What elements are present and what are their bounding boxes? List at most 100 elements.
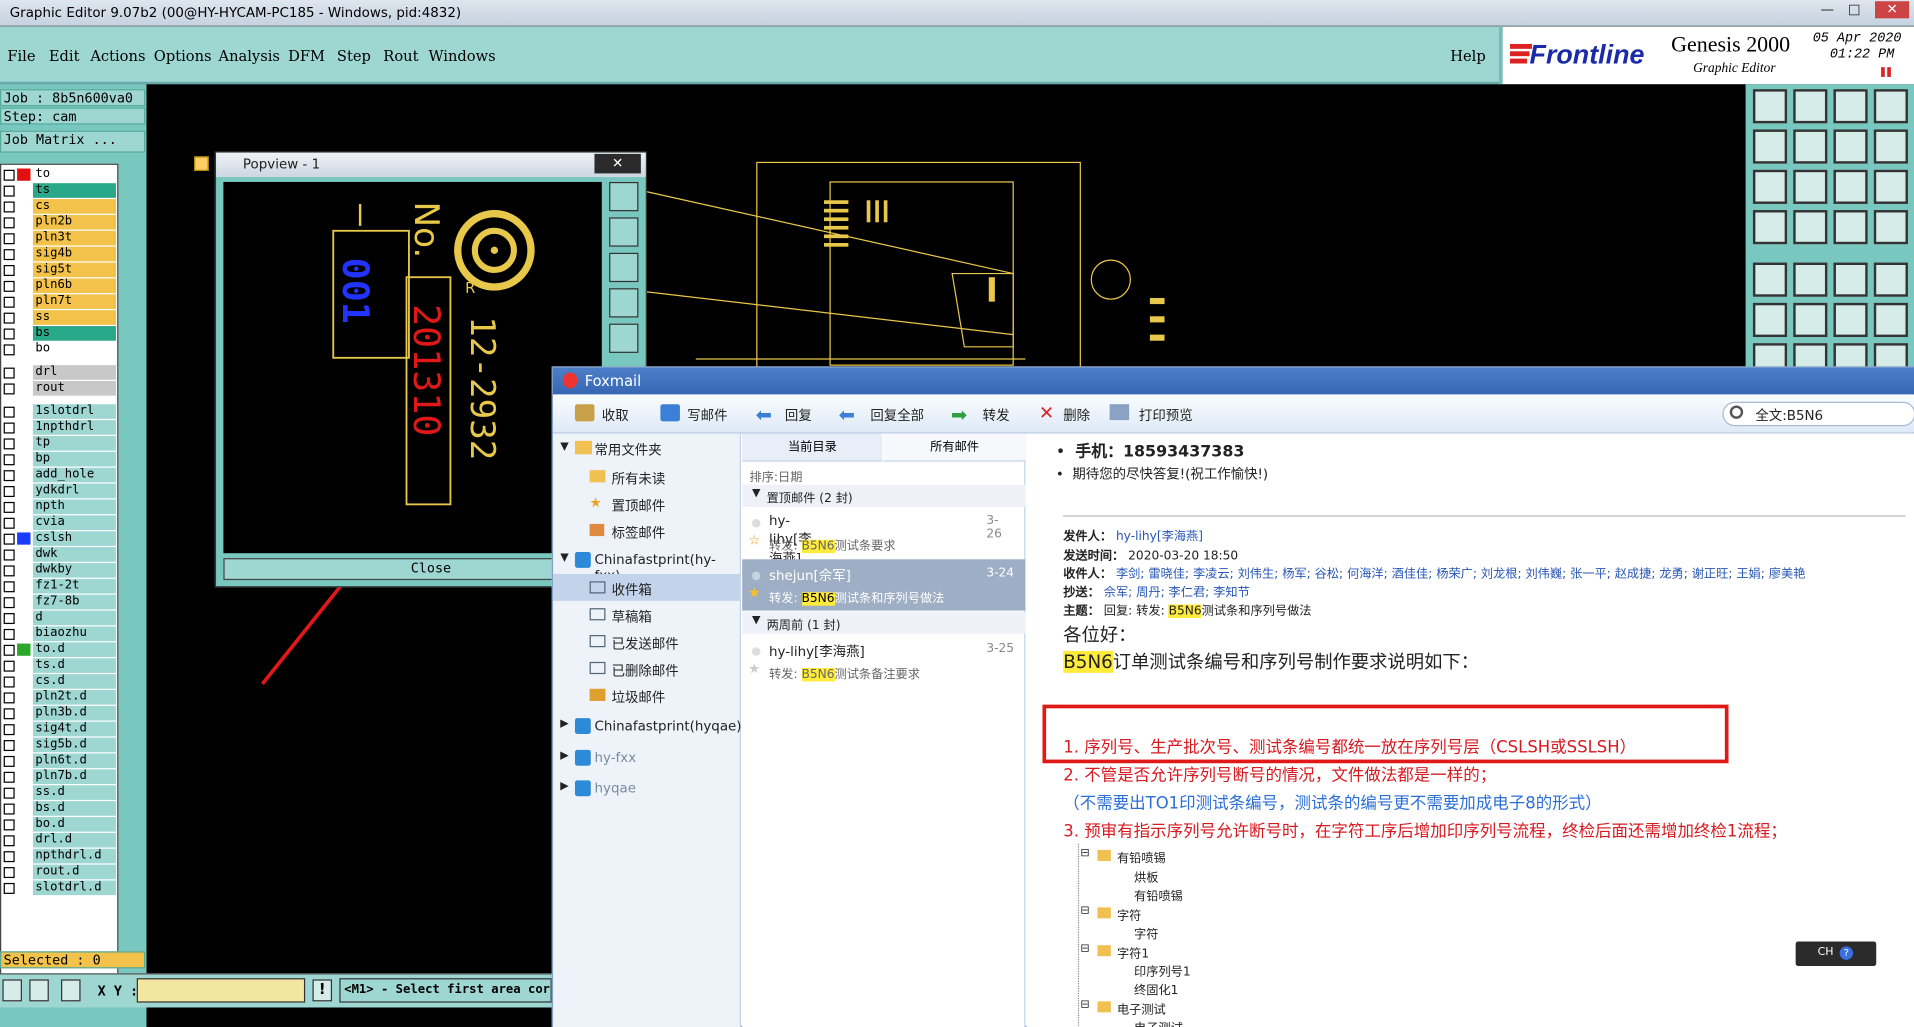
layer-name[interactable]: ss.d	[32, 785, 116, 800]
layer-name[interactable]: to.d	[32, 642, 116, 658]
layer-row[interactable]: slotdrl.d	[1, 880, 117, 896]
layer-row[interactable]: bo.d	[1, 816, 117, 832]
layer-row[interactable]: ss	[1, 310, 117, 325]
tree-toggle-icon[interactable]: ⊟	[1080, 905, 1089, 917]
layer-swatch[interactable]	[17, 580, 31, 593]
pin-star-icon[interactable]: ★	[748, 585, 760, 601]
layer-swatch[interactable]	[17, 263, 31, 276]
forward-button[interactable]: 转发	[983, 405, 1010, 425]
layer-checkbox[interactable]	[3, 803, 15, 815]
folder-common[interactable]: 常用文件夹	[594, 440, 661, 460]
menu-options[interactable]: Options	[154, 48, 212, 65]
layer-row[interactable]: to.d	[1, 642, 117, 658]
layer-swatch[interactable]	[17, 382, 31, 395]
layer-checkbox[interactable]	[3, 438, 15, 450]
layer-checkbox[interactable]	[3, 708, 15, 720]
layer-name[interactable]: sig5b.d	[32, 737, 116, 753]
menu-step[interactable]: Step	[337, 48, 371, 65]
layer-name[interactable]: pln7t	[32, 294, 116, 309]
layer-swatch[interactable]	[17, 295, 31, 308]
layer-name[interactable]: pln7b.d	[32, 769, 116, 785]
pause-icon[interactable]	[1881, 67, 1891, 77]
layer-name[interactable]: tp	[32, 435, 116, 451]
account-hyqae[interactable]: Chinafastprint(hyqae)	[594, 718, 741, 734]
snap-icon[interactable]	[29, 979, 49, 1002]
layer-name[interactable]: drl	[32, 365, 116, 380]
layer-row[interactable]: sig5t	[1, 262, 117, 278]
layer-swatch[interactable]	[17, 802, 31, 815]
folder-inbox[interactable]: 收件箱	[612, 580, 652, 600]
popview-close-icon[interactable]: ✕	[594, 153, 641, 174]
tree-toggle-icon[interactable]: ⊟	[1080, 943, 1089, 955]
tree-node[interactable]: 有铅喷锡	[1134, 885, 1183, 903]
receive-button[interactable]: 收取	[602, 405, 629, 425]
layer-swatch[interactable]	[17, 453, 31, 466]
popview-zoom-icon[interactable]	[609, 181, 639, 212]
layer-swatch[interactable]	[17, 421, 31, 434]
tree-toggle-icon[interactable]: ⊟	[1080, 999, 1089, 1011]
layer-name[interactable]: fz1-2t	[32, 578, 116, 594]
layer-name[interactable]: biaozhu	[32, 626, 116, 642]
layer-swatch[interactable]	[17, 834, 31, 847]
tab-current-folder[interactable]: 当前目录	[742, 433, 883, 462]
layer-name[interactable]: bp	[32, 451, 116, 467]
layer-row[interactable]: 1npthdrl	[1, 420, 117, 435]
layer-checkbox[interactable]	[3, 249, 15, 261]
layer-swatch[interactable]	[17, 343, 31, 356]
menu-help[interactable]: Help	[1450, 48, 1486, 65]
layer-name[interactable]: rout	[32, 381, 116, 396]
layer-swatch[interactable]	[17, 468, 31, 482]
layer-name[interactable]: bo.d	[32, 816, 116, 832]
zoom-left-icon[interactable]	[1752, 129, 1788, 164]
list-item-selected[interactable]: shejun[佘军] 3-24 ★ 转发: B5N6测试条和序列号做法	[742, 559, 1026, 611]
layer-checkbox[interactable]	[3, 312, 15, 324]
layer-checkbox[interactable]	[3, 470, 15, 482]
folder-drafts[interactable]: 草稿箱	[612, 607, 652, 627]
layer-name[interactable]: ts	[32, 183, 116, 198]
xy-input[interactable]	[136, 978, 306, 1003]
tree-toggle-icon[interactable]: ⊟	[1080, 848, 1089, 860]
measure-icon[interactable]	[2, 979, 22, 1002]
help-icon[interactable]: ?	[1839, 946, 1854, 960]
layer-swatch[interactable]	[17, 643, 31, 656]
layer-row[interactable]: pln6t.d	[1, 753, 117, 769]
layer-checkbox[interactable]	[3, 882, 15, 894]
layer-row[interactable]: 1slotdrl	[1, 404, 117, 419]
layer-name[interactable]: drl.d	[32, 832, 116, 848]
layer-swatch[interactable]	[17, 516, 31, 529]
layer-name[interactable]: d	[32, 610, 116, 626]
layer-row[interactable]: dwk	[1, 547, 117, 562]
layer-checkbox[interactable]	[3, 771, 15, 783]
screen-icon[interactable]	[1833, 89, 1868, 124]
pan-icon[interactable]	[1752, 169, 1788, 204]
layer-swatch[interactable]	[17, 707, 31, 720]
popview-home-icon[interactable]	[609, 217, 639, 247]
expand-common-icon[interactable]: ▼	[560, 441, 568, 453]
cc-value[interactable]: 佘军; 周丹; 李仁君; 李知节	[1104, 586, 1250, 599]
layer-checkbox[interactable]	[3, 867, 15, 879]
layer-checkbox[interactable]	[3, 835, 15, 847]
layer-swatch[interactable]	[17, 595, 31, 609]
layer-name[interactable]: sig4t.d	[32, 721, 116, 737]
layer-swatch[interactable]	[17, 881, 31, 894]
layer-name[interactable]: bs	[32, 326, 116, 341]
center-icon[interactable]	[1793, 169, 1828, 204]
popview-fit-icon[interactable]	[609, 252, 639, 283]
layer-name[interactable]: dwk	[32, 547, 116, 562]
layer-row[interactable]: ts.d	[1, 658, 117, 673]
layer-swatch[interactable]	[17, 722, 31, 736]
menu-edit[interactable]: Edit	[49, 48, 80, 65]
layer-name[interactable]: cs.d	[32, 674, 116, 689]
layer-swatch[interactable]	[17, 232, 31, 245]
layer-checkbox[interactable]	[3, 233, 15, 245]
layer-row[interactable]: ss.d	[1, 785, 117, 800]
ratio-icon[interactable]	[1833, 169, 1868, 204]
fit-icon[interactable]	[1833, 129, 1868, 164]
layer-row[interactable]: drl	[1, 365, 117, 380]
layer-row[interactable]: cs	[1, 199, 117, 214]
layer-row[interactable]: pln3t	[1, 230, 117, 246]
layer-row[interactable]: rout.d	[1, 864, 117, 880]
layer-swatch[interactable]	[17, 405, 31, 418]
circle-icon[interactable]	[1873, 262, 1908, 297]
net-icon[interactable]	[1873, 210, 1908, 245]
